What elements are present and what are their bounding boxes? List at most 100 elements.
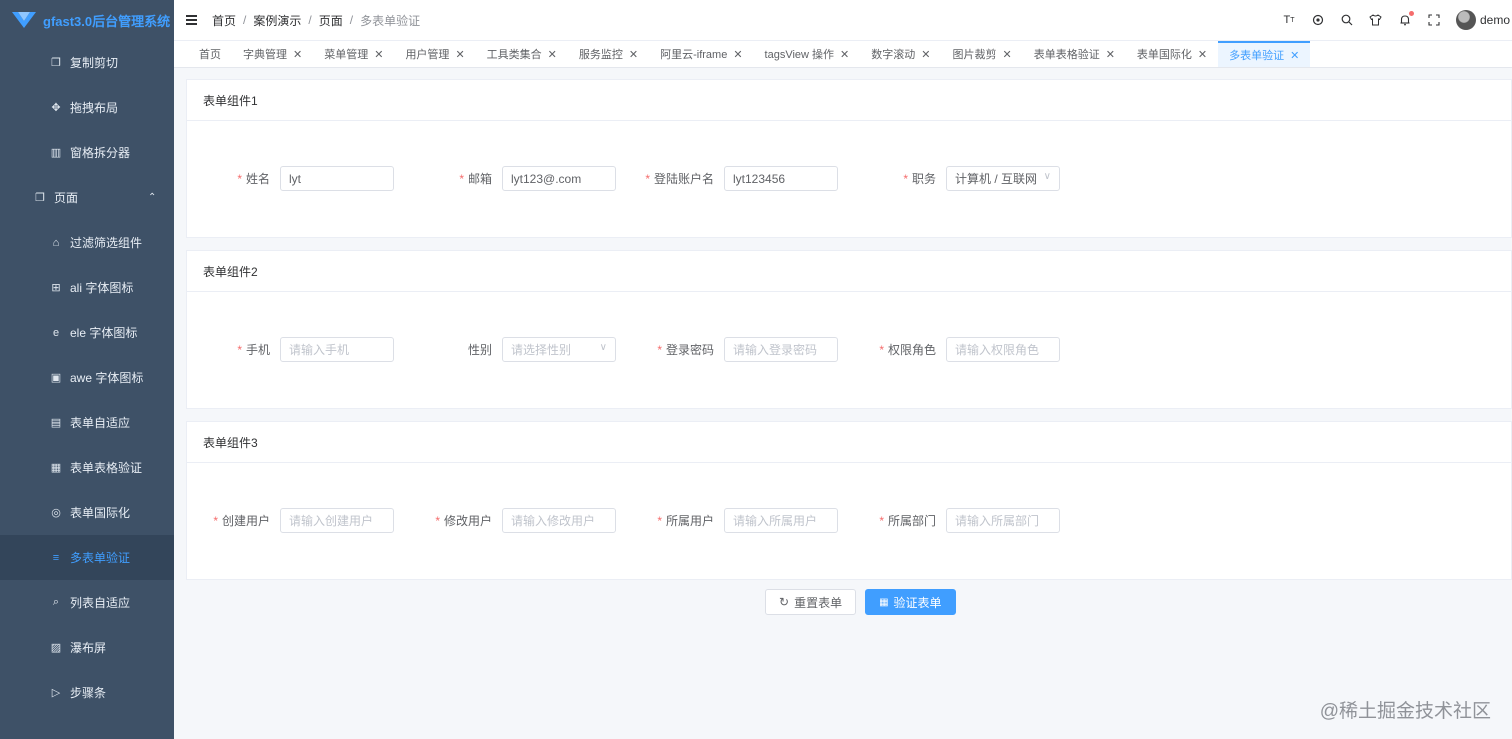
close-icon[interactable]: ✕: [455, 48, 464, 61]
tab-tag[interactable]: 首页: [188, 41, 232, 67]
sidebar-item-label: ele 字体图标: [70, 326, 138, 340]
text-input[interactable]: lyt123@.com: [502, 166, 616, 191]
sidebar-item[interactable]: ⌕ 列表自适应: [0, 580, 174, 625]
validate-form-button[interactable]: ▦ 验证表单: [865, 589, 956, 615]
sidebar-item[interactable]: ▤ 表单自适应: [0, 400, 174, 445]
text-input[interactable]: 请输入手机: [280, 337, 394, 362]
close-icon[interactable]: ✕: [921, 48, 930, 61]
tab-tag[interactable]: 服务监控 ✕: [568, 41, 649, 67]
form-field-label-text: 邮箱: [467, 172, 492, 186]
form-field: * 姓名 lyt: [187, 166, 394, 191]
sidebar-item-label: 窗格拆分器: [70, 146, 131, 160]
close-icon[interactable]: ✕: [548, 48, 557, 61]
text-input[interactable]: lyt: [280, 166, 394, 191]
select-field[interactable]: 请选择性别 ∨: [502, 337, 616, 362]
sidebar-item[interactable]: ▥ 窗格拆分器: [0, 130, 174, 175]
sidebar-item[interactable]: ▷ 步骤条: [0, 670, 174, 715]
fullscreen-icon[interactable]: [1427, 13, 1441, 27]
text-input[interactable]: 请输入修改用户: [502, 508, 616, 533]
close-icon[interactable]: ✕: [629, 48, 638, 61]
form-field-label-text: 权限角色: [887, 343, 936, 357]
text-input[interactable]: lyt123456: [724, 166, 838, 191]
tab-tag[interactable]: 数字滚动 ✕: [860, 41, 941, 67]
tab-tag-label: 工具类集合: [486, 49, 542, 61]
required-asterisk: *: [237, 172, 242, 186]
breadcrumb-item[interactable]: 案例演示: [253, 12, 301, 29]
sidebar-item-label: 表单表格验证: [70, 461, 143, 475]
sidebar-item[interactable]: ⊞ ali 字体图标: [0, 265, 174, 310]
logo[interactable]: gfast3.0后台管理系统: [0, 0, 174, 40]
sidebar-item[interactable]: e ele 字体图标: [0, 310, 174, 355]
search-icon[interactable]: [1340, 13, 1354, 27]
sidebar-item[interactable]: ≡ 多表单验证: [0, 535, 174, 580]
form-card: 表单组件2 * 手机 请输入手机 性别 请选择性别 ∨ * 登录密码 请输入登录密码 * 权限角色 请输…: [186, 250, 1512, 409]
tab-tag[interactable]: 工具类集合 ✕: [476, 41, 568, 67]
form-field-label-text: 登录密码: [665, 343, 714, 357]
tab-tag-label: 数字滚动: [871, 49, 916, 61]
sidebar-item[interactable]: ▨ 瀑布屏: [0, 625, 174, 670]
user-name[interactable]: demo: [1480, 13, 1510, 27]
text-input[interactable]: 请输入权限角色: [946, 337, 1060, 362]
form-field-label-text: 姓名: [245, 172, 270, 186]
bell-icon[interactable]: [1398, 11, 1414, 27]
close-icon[interactable]: ✕: [374, 48, 383, 61]
theme-icon[interactable]: [1369, 13, 1383, 27]
sidebar-item[interactable]: ❐ 复制剪切: [0, 40, 174, 85]
sidebar-item[interactable]: ⌂ 过滤筛选组件: [0, 220, 174, 265]
sidebar-item[interactable]: ▣ awe 字体图标: [0, 355, 174, 400]
font-size-icon[interactable]: TT: [1282, 13, 1296, 27]
tab-tag[interactable]: 用户管理 ✕: [394, 41, 475, 67]
text-input[interactable]: 请输入创建用户: [280, 508, 394, 533]
select-field[interactable]: 计算机 / 互联网 ∨: [946, 166, 1060, 191]
close-icon[interactable]: ✕: [840, 48, 849, 61]
tab-tag[interactable]: 菜单管理 ✕: [313, 41, 394, 67]
form-field-label: 性别: [409, 341, 502, 358]
form-field-label: * 登陆账户名: [631, 170, 724, 187]
tab-tag[interactable]: tagsView 操作 ✕: [754, 41, 861, 67]
tab-tag-label: 表单表格验证: [1033, 49, 1100, 61]
avatar[interactable]: [1455, 10, 1476, 30]
form-card-title: 表单组件2: [187, 251, 1511, 292]
validate-icon: ▦: [879, 596, 889, 608]
sidebar-item-label: awe 字体图标: [70, 371, 144, 385]
close-icon[interactable]: ✕: [1106, 48, 1115, 61]
form-adapt-icon: ▤: [50, 417, 62, 429]
tab-tag[interactable]: 表单国际化 ✕: [1126, 41, 1218, 67]
menu-toggle-icon[interactable]: [186, 15, 200, 25]
sidebar-item-label: 瀑布屏: [70, 641, 107, 655]
form-field: * 登陆账户名 lyt123456: [631, 166, 838, 191]
sidebar-item[interactable]: ❐ 页面 ⌃: [0, 175, 174, 220]
text-input[interactable]: 请输入所属部门: [946, 508, 1060, 533]
tab-tag[interactable]: 图片裁剪 ✕: [941, 41, 1022, 67]
tab-tag[interactable]: 表单表格验证 ✕: [1023, 41, 1126, 67]
close-icon[interactable]: ✕: [1290, 49, 1299, 62]
tab-tag-label: 多表单验证: [1229, 50, 1285, 62]
text-input[interactable]: 请输入登录密码: [724, 337, 838, 362]
page-icon: ❐: [35, 192, 45, 204]
sidebar-item[interactable]: ◎ 表单国际化: [0, 490, 174, 535]
sidebar-item-label: 表单国际化: [70, 506, 131, 520]
close-icon[interactable]: ✕: [293, 48, 302, 61]
required-asterisk: *: [213, 514, 218, 528]
breadcrumb-item[interactable]: 首页: [212, 12, 236, 29]
sidebar-item-label: ali 字体图标: [70, 281, 134, 295]
close-icon[interactable]: ✕: [1002, 48, 1011, 61]
validate-form-label: 验证表单: [893, 595, 942, 610]
close-icon[interactable]: ✕: [1198, 48, 1207, 61]
reset-form-button[interactable]: ↻ 重置表单: [765, 589, 857, 615]
tab-tag[interactable]: 字典管理 ✕: [232, 41, 313, 67]
tab-tag[interactable]: 多表单验证 ✕: [1218, 41, 1311, 67]
close-icon[interactable]: ✕: [733, 48, 742, 61]
input-placeholder: 请选择性别: [511, 343, 572, 357]
sidebar-item[interactable]: ✥ 拖拽布局: [0, 85, 174, 130]
form-field: * 修改用户 请输入修改用户: [409, 508, 616, 533]
sidebar-item[interactable]: ▦ 表单表格验证: [0, 445, 174, 490]
chevron-down-icon: ∨: [1043, 171, 1051, 182]
breadcrumb-item[interactable]: 页面: [319, 12, 343, 29]
input-placeholder: 请输入所属部门: [955, 514, 1040, 528]
tab-tag[interactable]: 阿里云-iframe ✕: [649, 41, 753, 67]
text-input[interactable]: 请输入所属用户: [724, 508, 838, 533]
form-field-label-text: 登陆账户名: [653, 172, 714, 186]
settings-icon[interactable]: [1311, 13, 1325, 27]
form-field-label: * 创建用户: [187, 512, 280, 529]
